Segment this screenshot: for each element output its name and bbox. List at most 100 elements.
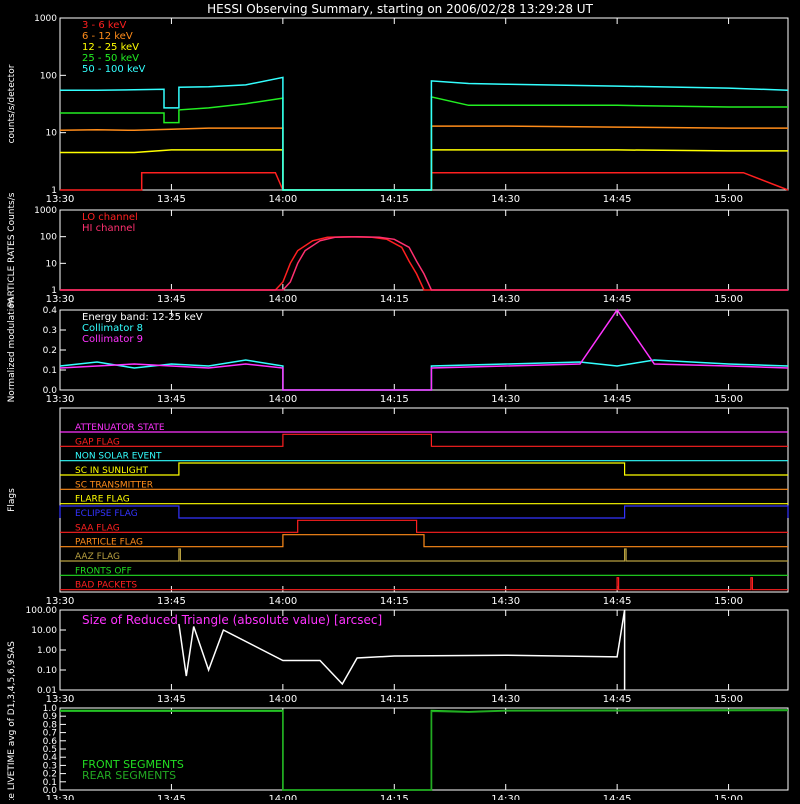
flag-label: BAD PACKETS (75, 581, 137, 591)
counts-xtick-label: 13:30 (46, 194, 75, 205)
particle-ytick-label: 10 (46, 259, 58, 269)
livetime-xtick-label: 14:00 (268, 794, 297, 800)
counts-ytick-label: 10 (46, 129, 58, 139)
flag-label: SAA FLAG (75, 523, 120, 533)
flag-label: ECLIPSE FLAG (75, 509, 138, 519)
particle-xtick-label: 14:15 (380, 294, 409, 305)
sas-ytick-label: 0.10 (37, 666, 57, 676)
flag-line-9 (60, 548, 788, 562)
sas-xtick-label: 15:00 (714, 694, 743, 705)
sas-ylabel: SAS (7, 641, 17, 659)
counts-xtick-label: 14:30 (491, 194, 520, 205)
counts-legend-entry: 3 - 6 keV (82, 20, 126, 31)
particle-xtick-label: 15:00 (714, 294, 743, 305)
counts-legend-entry: 25 - 50 keV (82, 53, 139, 64)
sas-ytick-label: 100.00 (26, 606, 58, 616)
flag-line-1 (60, 433, 788, 447)
modulation-ytick-label: 0.1 (43, 366, 57, 376)
counts-xtick-label: 14:00 (268, 194, 297, 205)
flags-xtick-label: 13:45 (157, 596, 186, 607)
flag-line-7 (60, 519, 788, 533)
livetime-ylabel: Mon. Rate LIVETIME avg of D1,3,4,5,6,9 (7, 659, 17, 800)
flags-xtick-label: 14:45 (603, 596, 632, 607)
sas-annotation: Size of Reduced Triangle (absolute value… (82, 613, 382, 627)
sas-ytick-label: 1.00 (37, 646, 57, 656)
flag-line-6 (59, 505, 789, 519)
sas-xtick-label: 14:00 (268, 694, 297, 705)
page-title: HESSI Observing Summary, starting on 200… (207, 2, 593, 16)
flag-line-8 (60, 534, 788, 548)
particle-xtick-label: 14:45 (603, 294, 632, 305)
counts-xtick-label: 13:45 (157, 194, 186, 205)
flag-label: AAZ FLAG (75, 552, 120, 562)
modulation-ytick-label: 0.0 (43, 386, 58, 396)
hessi-plot-canvas: HESSI Observing Summary, starting on 200… (7, 2, 789, 804)
flag-label: SC IN SUNLIGHT (75, 466, 149, 476)
livetime-legend-entry: REAR SEGMENTS (82, 769, 176, 782)
counts-legend-entry: 6 - 12 keV (82, 31, 133, 42)
modulation-xtick-label: 13:45 (157, 394, 186, 405)
flag-label: NON SOLAR EVENT (75, 452, 162, 462)
particle-xtick-label: 13:45 (157, 294, 186, 305)
livetime-xtick-label: 14:45 (603, 794, 632, 800)
flag-label: SC TRANSMITTER (75, 480, 153, 490)
flag-line-3 (60, 462, 788, 476)
counts-series-0 (60, 171, 789, 191)
counts-series-2 (60, 149, 788, 191)
livetime-xtick-label: 14:30 (491, 794, 520, 800)
modulation-legend-entry: Collimator 8 (82, 323, 143, 334)
particle-ytick-label: 100 (40, 233, 57, 243)
modulation-xtick-label: 14:00 (268, 394, 297, 405)
hessi-summary: HESSI Observing Summary, starting on 200… (0, 0, 800, 804)
particle-xtick-label: 14:30 (491, 294, 520, 305)
livetime-xtick-label: 15:00 (714, 794, 743, 800)
counts-series-1 (59, 125, 788, 191)
particle-series-0 (60, 235, 788, 291)
flag-label: FRONTS OFF (75, 566, 132, 576)
sas-xtick-label: 13:45 (157, 694, 186, 705)
counts-series-3 (60, 95, 788, 191)
modulation-xtick-label: 15:00 (714, 394, 743, 405)
counts-frame (59, 17, 789, 191)
sas-xtick-label: 14:15 (380, 694, 409, 705)
particle-xtick-label: 13:30 (46, 294, 75, 305)
flag-label: GAP FLAG (75, 437, 120, 447)
counts-ytick-label: 1 (51, 186, 57, 196)
sas-ytick-label: 10.00 (31, 626, 57, 636)
counts-ytick-label: 100 (40, 71, 57, 81)
flags-xtick-label: 14:30 (491, 596, 520, 607)
counts-xtick-label: 15:00 (714, 194, 743, 205)
flags-xtick-label: 14:15 (380, 596, 409, 607)
modulation-ylabel: Normalized modulation (7, 298, 17, 403)
modulation-xtick-label: 14:45 (603, 394, 632, 405)
flag-label: FLARE FLAG (75, 495, 130, 505)
sas-xtick-label: 14:30 (491, 694, 520, 705)
modulation-legend-entry: Collimator 9 (82, 334, 143, 345)
modulation-ytick-label: 0.3 (43, 326, 57, 336)
particle-ytick-label: 1000 (34, 206, 57, 216)
sas-ytick-label: 0.01 (37, 686, 57, 696)
flag-label: PARTICLE FLAG (75, 538, 143, 548)
sas-xtick-label: 14:45 (603, 694, 632, 705)
modulation-ytick-label: 0.2 (43, 346, 57, 356)
particle-frame (59, 209, 789, 291)
counts-legend-entry: 12 - 25 keV (82, 42, 139, 53)
livetime-xtick-label: 14:15 (380, 794, 409, 800)
particle-xtick-label: 14:00 (268, 294, 297, 305)
flag-label: ATTENUATOR STATE (75, 423, 165, 433)
flags-frame (59, 407, 789, 593)
flags-xtick-label: 14:00 (268, 596, 297, 607)
counts-ylabel: counts/s/detector (7, 64, 17, 143)
counts-ytick-label: 1000 (34, 14, 57, 24)
counts-legend-entry: 50 - 100 keV (82, 64, 146, 75)
counts-xtick-label: 14:15 (380, 194, 409, 205)
modulation-xtick-label: 14:15 (380, 394, 409, 405)
livetime-ytick-label: 1.0 (43, 704, 58, 714)
modulation-ytick-label: 0.4 (43, 306, 58, 316)
particle-ytick-label: 1 (51, 286, 57, 296)
particle-series-1 (60, 235, 788, 291)
flags-xtick-label: 15:00 (714, 596, 743, 607)
particle-legend-entry: HI channel (82, 223, 135, 234)
flags-ylabel: Flags (7, 488, 17, 512)
counts-xtick-label: 14:45 (603, 194, 632, 205)
